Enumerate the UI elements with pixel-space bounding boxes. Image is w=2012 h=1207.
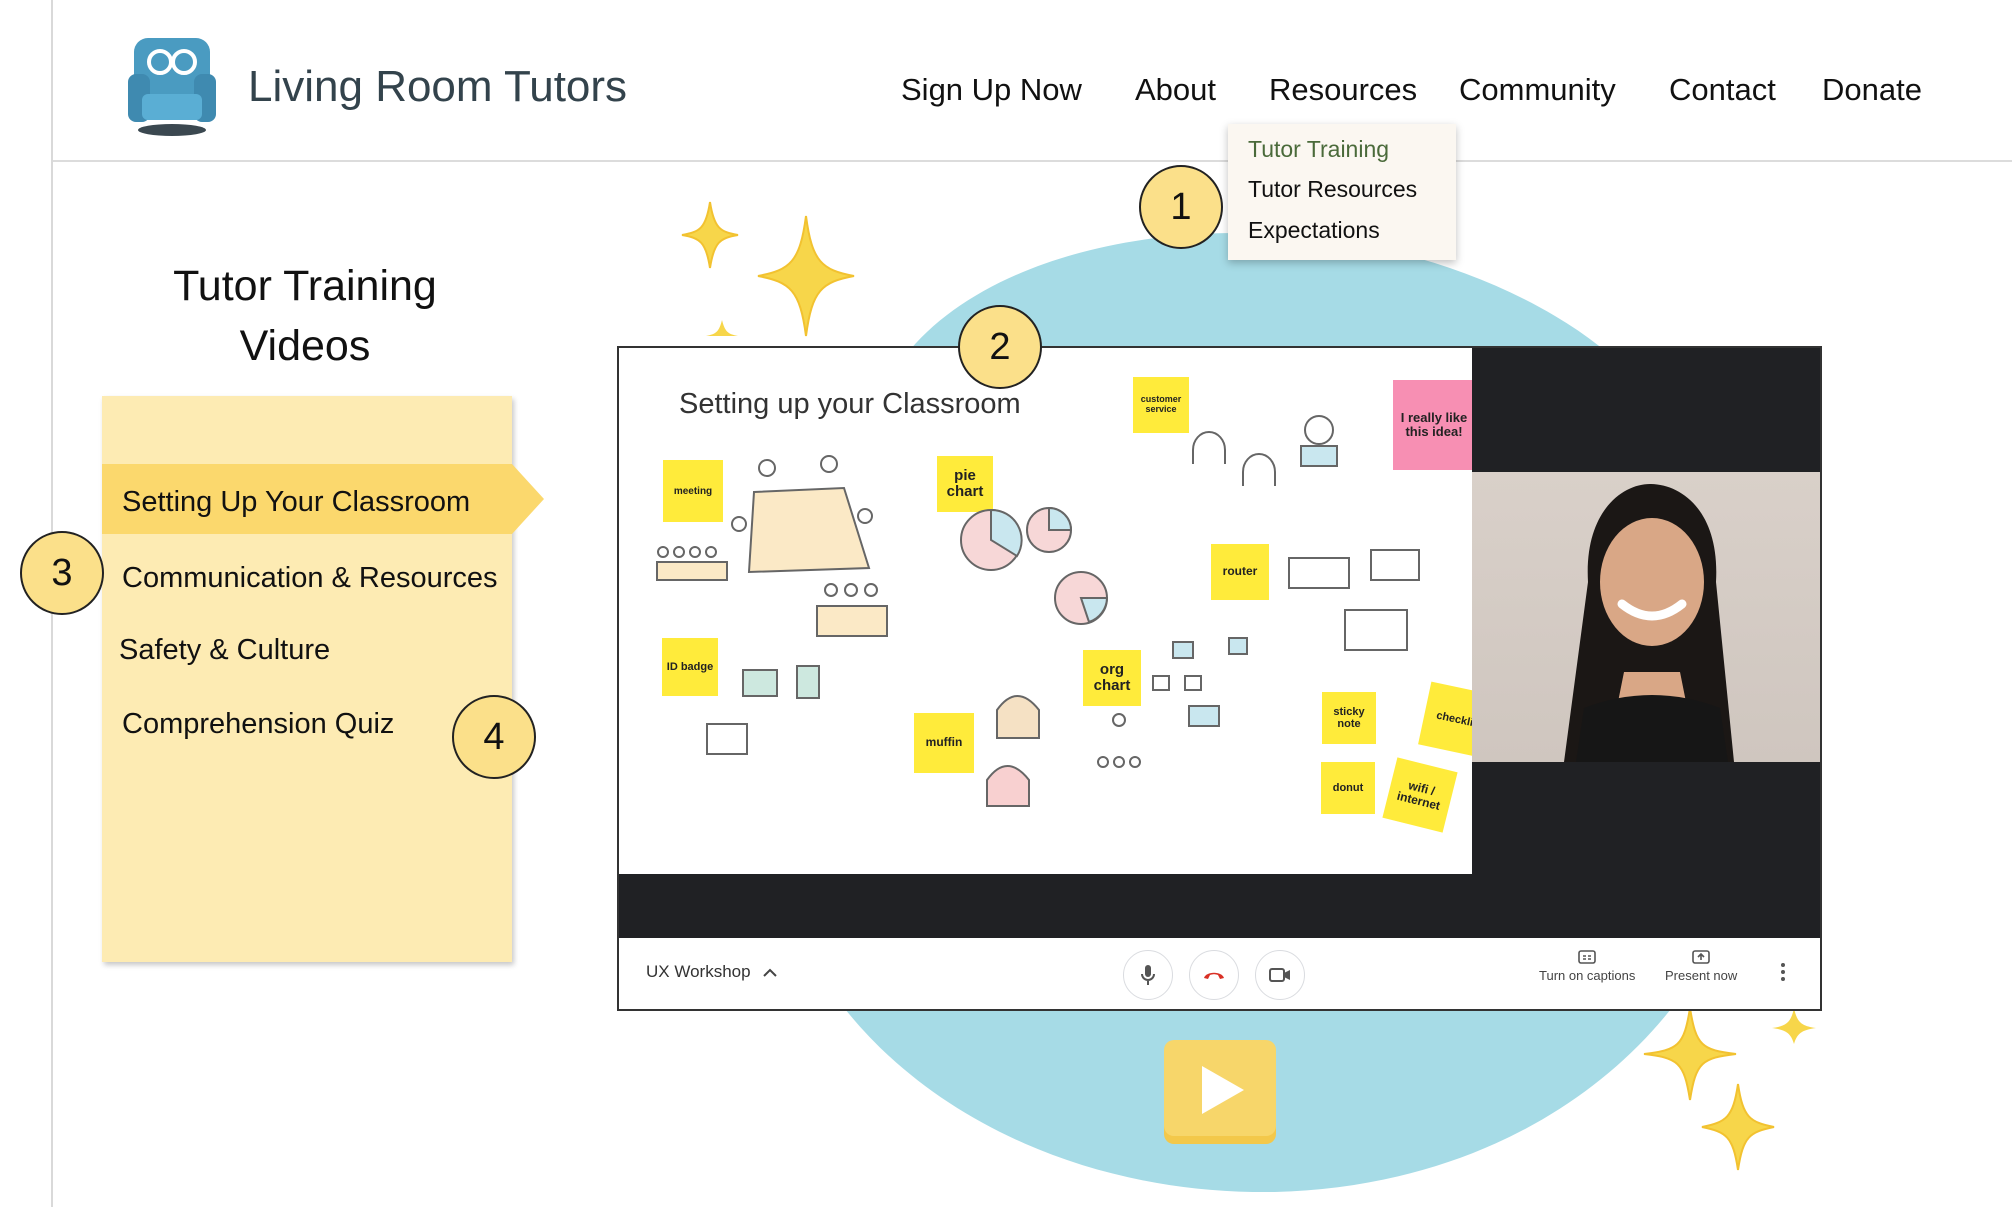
- slide-content: Setting up your Classroom customer servi…: [619, 348, 1472, 874]
- slide-sketches: [656, 415, 1420, 807]
- participant-avatar: [1564, 484, 1734, 762]
- participant-webcam: [1472, 472, 1820, 762]
- nav-about[interactable]: About: [1135, 72, 1216, 108]
- active-pointer-arrow: [512, 464, 544, 534]
- more-options-button[interactable]: [1780, 962, 1786, 987]
- captions-icon: [1578, 950, 1596, 964]
- title-line-2: Videos: [239, 322, 371, 370]
- title-line-1: Tutor Training: [173, 262, 437, 310]
- play-button[interactable]: [1162, 1038, 1278, 1146]
- captions-button[interactable]: Turn on captions: [1539, 950, 1635, 983]
- captions-label: Turn on captions: [1539, 968, 1636, 983]
- video-item-safety-culture[interactable]: Safety & Culture: [119, 634, 330, 667]
- nav-contact[interactable]: Contact: [1669, 72, 1776, 108]
- nav-community[interactable]: Community: [1459, 72, 1616, 108]
- mic-icon: [1141, 965, 1155, 985]
- dropdown-item-tutor-resources[interactable]: Tutor Resources: [1248, 176, 1417, 203]
- dropdown-item-expectations[interactable]: Expectations: [1248, 217, 1380, 244]
- sparkle-icon: [706, 320, 738, 336]
- callout-3: 3: [20, 531, 104, 615]
- hangup-icon: [1204, 972, 1224, 979]
- callout-2: 2: [958, 305, 1042, 389]
- callout-4: 4: [452, 695, 536, 779]
- hangup-button[interactable]: [1189, 950, 1239, 1000]
- chair-logo-icon: [128, 38, 216, 136]
- meeting-name[interactable]: UX Workshop: [646, 962, 778, 982]
- resources-dropdown: Tutor Training Tutor Resources Expectati…: [1228, 124, 1456, 260]
- camera-button[interactable]: [1255, 950, 1305, 1000]
- camera-icon: [1269, 968, 1290, 982]
- present-button[interactable]: Present now: [1665, 950, 1737, 983]
- nav-resources[interactable]: Resources: [1269, 72, 1417, 108]
- header-divider: [53, 160, 2012, 162]
- meeting-name-label: UX Workshop: [646, 962, 751, 981]
- video-item-setting-up-classroom[interactable]: Setting Up Your Classroom: [122, 486, 470, 519]
- present-icon: [1692, 950, 1710, 964]
- chevron-up-icon: [763, 968, 778, 977]
- sparkle-icon: [681, 201, 739, 269]
- sparkle-icon: [1701, 1083, 1775, 1171]
- nav-sign-up-now[interactable]: Sign Up Now: [901, 72, 1082, 108]
- video-item-comprehension-quiz[interactable]: Comprehension Quiz: [122, 708, 394, 741]
- page-title: Tutor Training Videos: [140, 256, 470, 376]
- sparkle-icon: [757, 215, 855, 337]
- video-item-communication-resources[interactable]: Communication & Resources: [122, 562, 498, 595]
- dropdown-item-tutor-training[interactable]: Tutor Training: [1248, 136, 1389, 163]
- sparkle-icon: [1772, 1008, 1816, 1044]
- callout-1: 1: [1139, 165, 1223, 249]
- more-icon: [1781, 963, 1785, 981]
- mic-button[interactable]: [1123, 950, 1173, 1000]
- meeting-toolbar: UX Workshop Turn on captions Present now: [619, 938, 1820, 1009]
- present-label: Present now: [1665, 968, 1738, 983]
- brand-name[interactable]: Living Room Tutors: [248, 62, 627, 112]
- nav-donate[interactable]: Donate: [1822, 72, 1922, 108]
- video-player[interactable]: Setting up your Classroom customer servi…: [617, 346, 1822, 1011]
